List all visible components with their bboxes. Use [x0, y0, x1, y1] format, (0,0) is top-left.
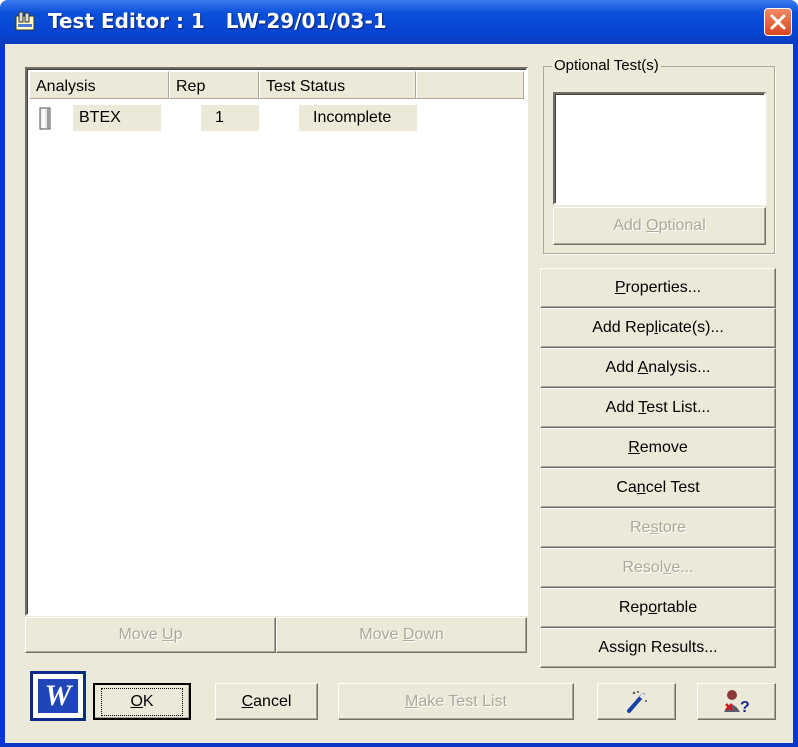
properties-button[interactable]: Properties...	[540, 268, 776, 308]
reportable-button[interactable]: Reportable	[540, 588, 776, 628]
close-button[interactable]	[764, 8, 792, 36]
cell-test-status: Incomplete	[299, 105, 417, 131]
optional-tests-label: Optional Test(s)	[552, 57, 661, 74]
close-icon	[770, 14, 786, 30]
magic-wand-icon	[626, 690, 647, 713]
cell-rep: 1	[201, 105, 259, 131]
test-list[interactable]: Analysis Rep Test Status BTEX 1 Incomple…	[25, 67, 528, 616]
make-test-list-button[interactable]: Make Test List	[338, 683, 574, 720]
remove-button[interactable]: Remove	[540, 428, 776, 468]
column-header-test-status[interactable]: Test Status	[259, 71, 416, 99]
resolve-button[interactable]: Resolve...	[540, 548, 776, 588]
wand-button[interactable]	[597, 683, 676, 720]
app-icon	[15, 11, 35, 31]
help-person-icon: ?	[723, 689, 750, 716]
window-title: Test Editor : 1 LW-29/01/03-1	[48, 9, 387, 33]
add-replicates-button[interactable]: Add Replicate(s)...	[540, 308, 776, 348]
column-header-rep[interactable]: Rep	[169, 71, 259, 99]
column-header-blank	[416, 71, 524, 99]
cell-analysis: BTEX	[73, 105, 161, 131]
svg-text:?: ?	[740, 699, 750, 716]
title-bar[interactable]: Test Editor : 1 LW-29/01/03-1	[0, 0, 798, 44]
column-header-analysis[interactable]: Analysis	[29, 71, 169, 99]
optional-tests-list[interactable]	[553, 92, 766, 205]
table-row[interactable]: BTEX 1 Incomplete	[29, 105, 519, 133]
help-button[interactable]: ?	[697, 683, 776, 720]
cancel-test-button[interactable]: Cancel Test	[540, 468, 776, 508]
add-optional-button[interactable]: Add Optional	[553, 207, 766, 245]
test-tube-icon	[39, 107, 51, 130]
assign-results-button[interactable]: Assign Results...	[540, 628, 776, 668]
ok-button[interactable]: OK	[93, 683, 191, 720]
word-icon-letter: W	[38, 679, 78, 713]
restore-button[interactable]: Restore	[540, 508, 776, 548]
move-up-button[interactable]: Move Up	[25, 617, 276, 653]
ok-focus-rect: OK	[101, 687, 183, 716]
move-down-button[interactable]: Move Down	[276, 617, 527, 653]
add-test-list-button[interactable]: Add Test List...	[540, 388, 776, 428]
word-icon[interactable]: W	[30, 671, 86, 721]
cancel-button[interactable]: Cancel	[215, 683, 318, 720]
add-analysis-button[interactable]: Add Analysis...	[540, 348, 776, 388]
